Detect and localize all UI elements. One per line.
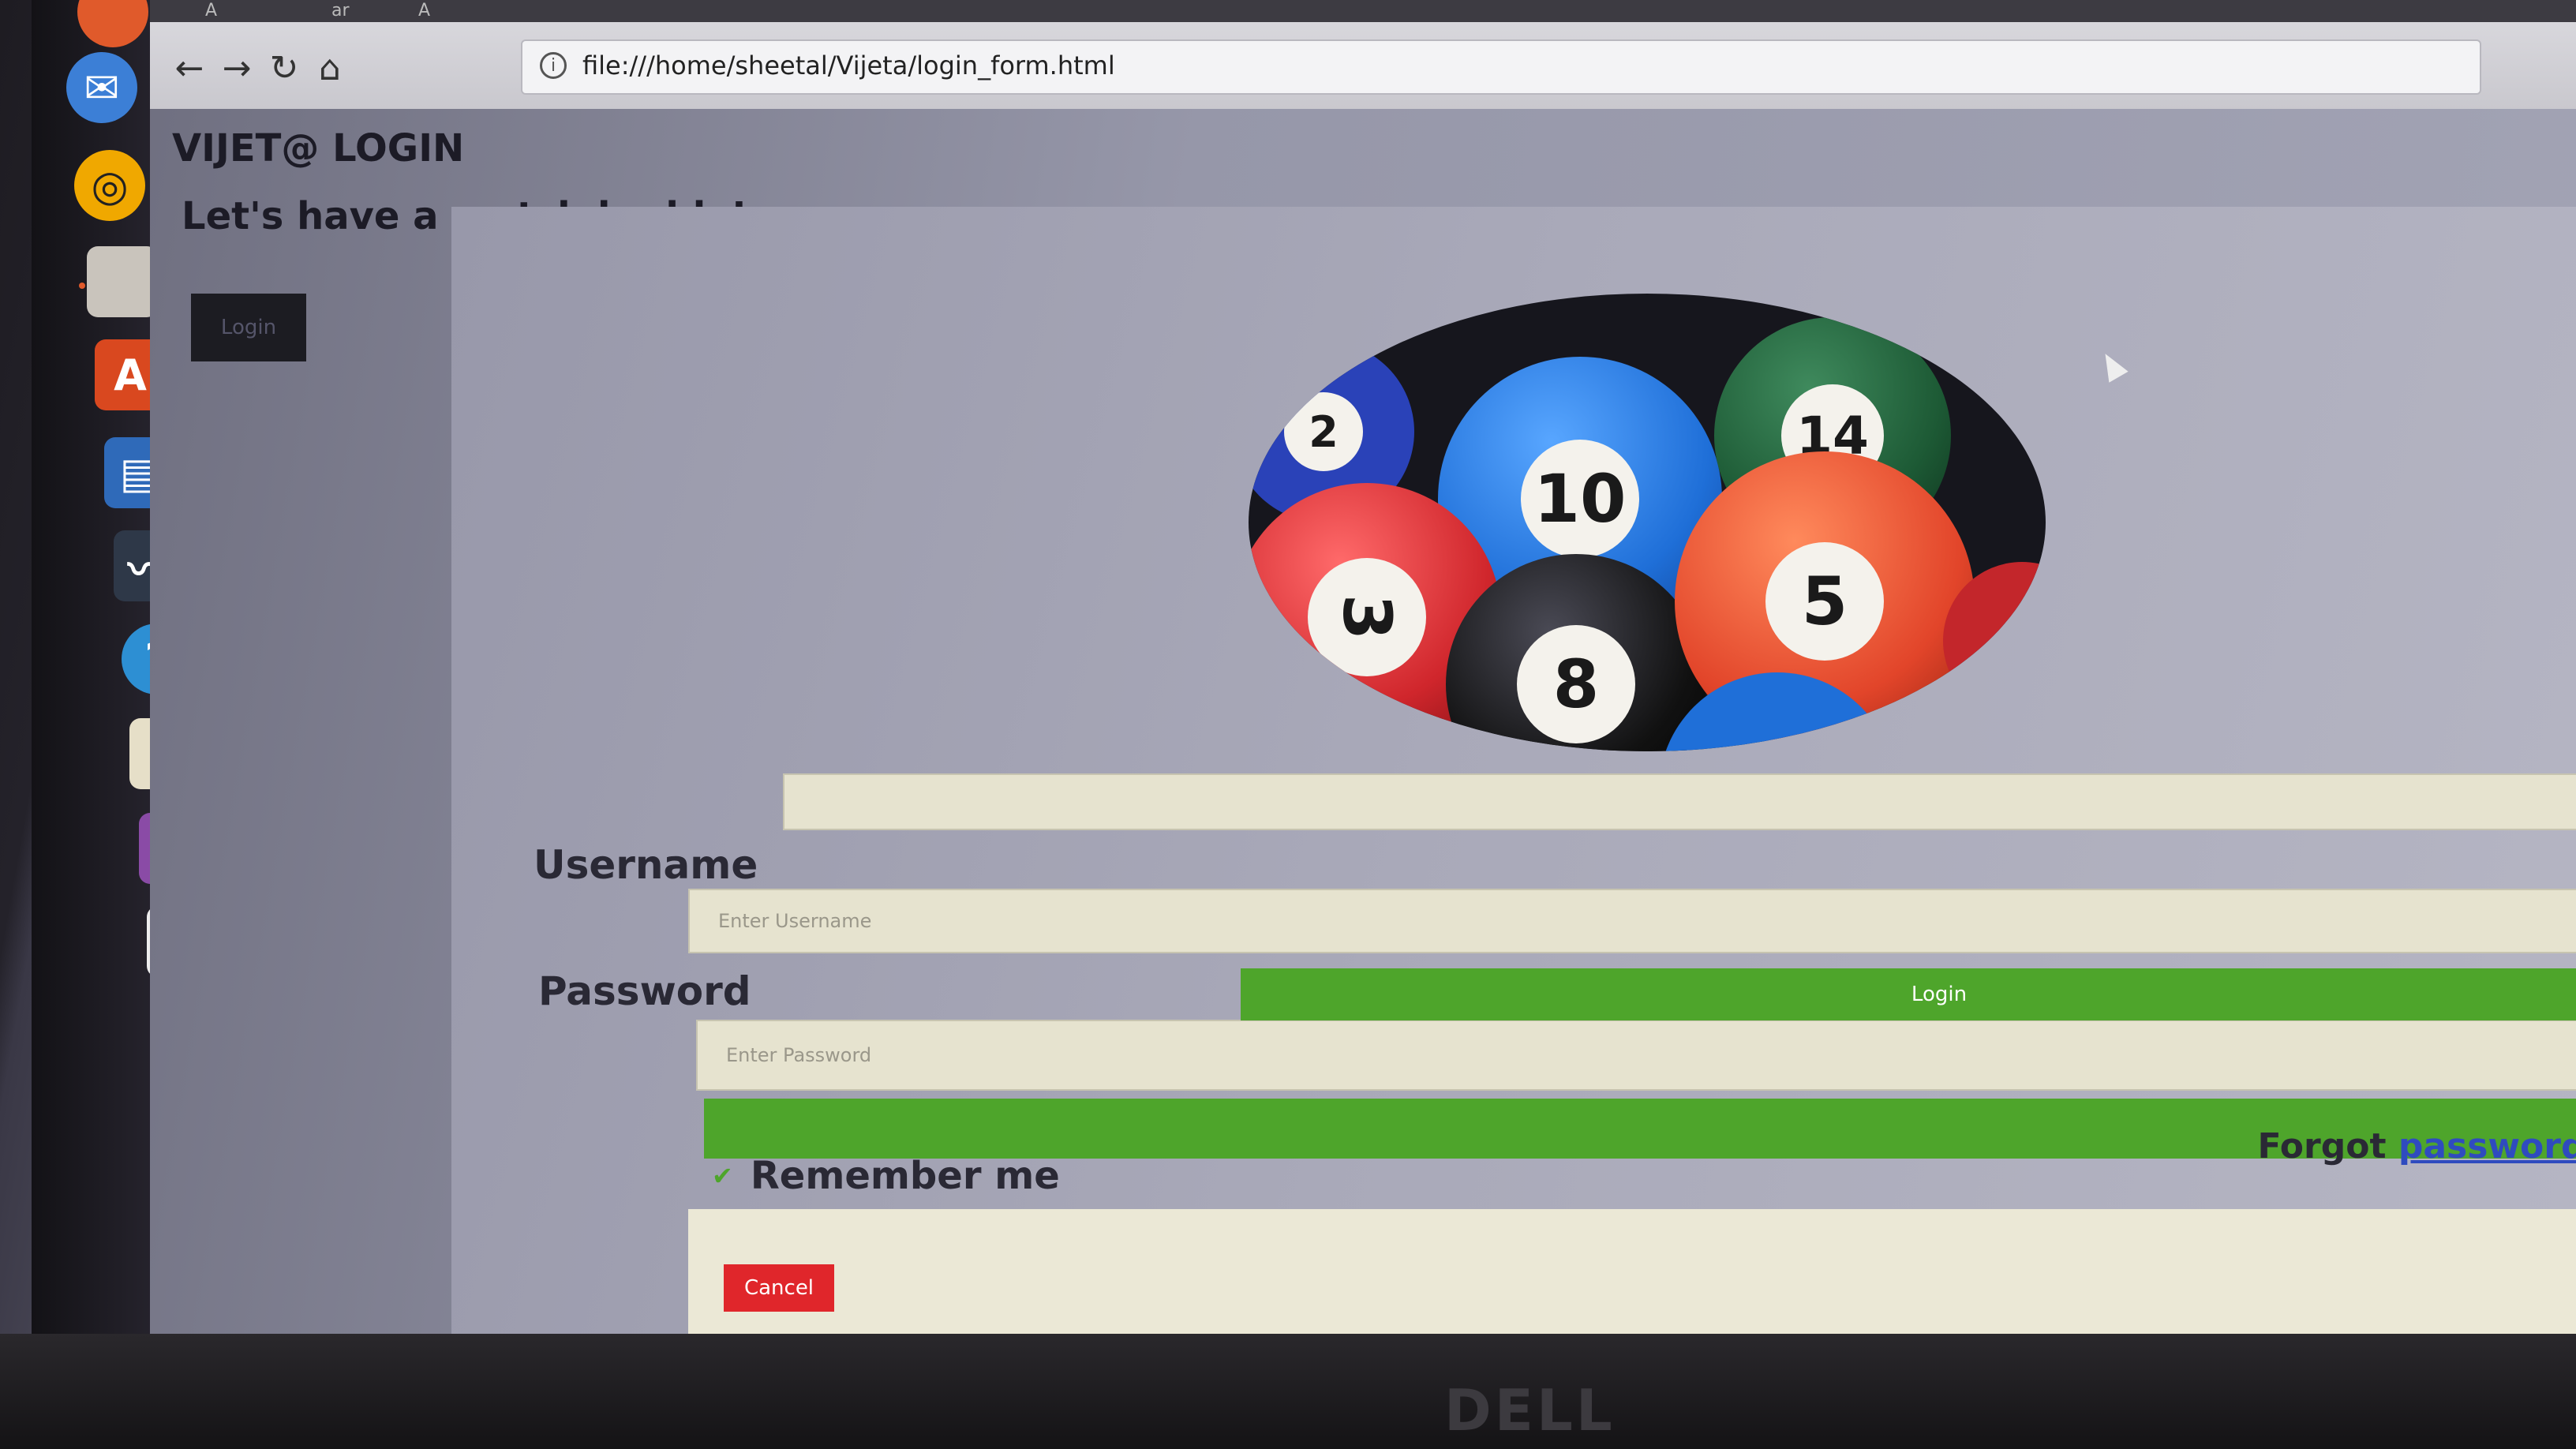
remember-me[interactable]: ✔ Remember me bbox=[712, 1154, 1060, 1198]
close-icon[interactable]: × bbox=[2571, 238, 2576, 297]
thunderbird-icon[interactable]: ✉ bbox=[66, 52, 137, 123]
checkbox-icon[interactable]: ✔ bbox=[712, 1161, 733, 1191]
reload-icon[interactable]: ↻ bbox=[262, 46, 306, 90]
open-login-button[interactable]: Login bbox=[191, 294, 306, 361]
back-icon[interactable]: ← bbox=[167, 46, 212, 90]
browser-window: A ar A ← → ↻ ⌂ i file:///home/sheetal/Vi… bbox=[150, 0, 2576, 1405]
url-text[interactable]: file:///home/sheetal/Vijeta/login_form.h… bbox=[582, 51, 1115, 80]
ball-number: 2 bbox=[1284, 392, 1363, 471]
tab-bar: A ar A bbox=[150, 0, 2576, 22]
avatar-image: 2 10 14 3 8 5 bbox=[1249, 294, 2046, 751]
login-strip[interactable]: Login bbox=[1241, 968, 2576, 1020]
info-icon[interactable]: i bbox=[540, 52, 567, 79]
remember-label: Remember me bbox=[750, 1154, 1060, 1198]
forgot-password: Forgot password? bbox=[2258, 1126, 2576, 1166]
files-icon[interactable] bbox=[87, 246, 158, 317]
rhythmbox-icon[interactable]: ◎ bbox=[74, 150, 145, 221]
forgot-prefix: Forgot bbox=[2257, 1126, 2387, 1166]
cancel-button[interactable]: Cancel bbox=[724, 1264, 834, 1312]
home-icon[interactable]: ⌂ bbox=[308, 46, 352, 90]
tab-3[interactable]: A bbox=[418, 0, 430, 22]
ubuntu-icon[interactable] bbox=[77, 0, 148, 47]
login-button[interactable]: Login bbox=[704, 1020, 2576, 1084]
forward-icon[interactable]: → bbox=[215, 46, 259, 90]
ball-number: 5 bbox=[1765, 542, 1884, 661]
ball-number: 10 bbox=[1521, 440, 1639, 558]
username-label: Username bbox=[534, 842, 758, 888]
running-indicator bbox=[79, 283, 85, 289]
password-label: Password bbox=[538, 968, 751, 1014]
page-title: VIJET@ LOGIN bbox=[172, 126, 465, 170]
laptop-bezel bbox=[0, 1334, 2576, 1449]
dell-logo: DELL bbox=[1444, 1377, 1616, 1443]
ball-number: 3 bbox=[1308, 558, 1426, 676]
username-field-top[interactable] bbox=[783, 773, 2576, 830]
address-bar[interactable]: i file:///home/sheetal/Vijeta/login_form… bbox=[521, 39, 2481, 95]
username-input[interactable]: Enter Username bbox=[688, 889, 2576, 953]
login-modal: × 2 10 14 3 8 5 Username Ente bbox=[451, 207, 2576, 1367]
forgot-password-link[interactable]: password? bbox=[2398, 1126, 2576, 1166]
tab-2[interactable]: ar bbox=[331, 0, 350, 22]
ball-number: 8 bbox=[1517, 625, 1635, 743]
tab-1[interactable]: A bbox=[205, 0, 217, 22]
browser-toolbar: ← → ↻ ⌂ i file:///home/sheetal/Vijeta/lo… bbox=[150, 22, 2576, 109]
